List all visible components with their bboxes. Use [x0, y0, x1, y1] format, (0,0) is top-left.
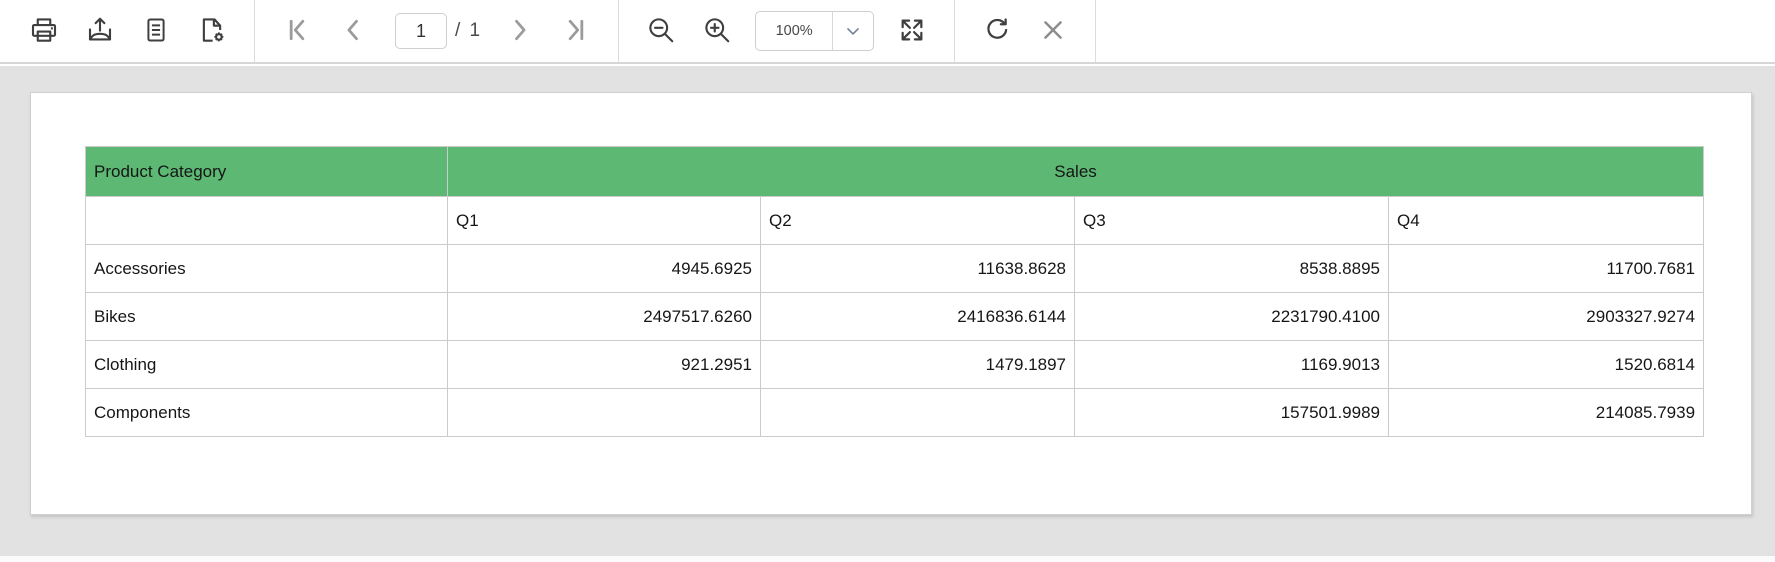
zoom-in-button[interactable]	[698, 9, 736, 53]
previous-page-icon	[339, 16, 367, 47]
column-header-sales: Sales	[446, 146, 1705, 197]
page-count-label: / 1	[455, 20, 483, 41]
last-page-icon	[562, 16, 590, 47]
page-setup-button[interactable]	[193, 9, 231, 53]
first-page-button[interactable]	[278, 9, 316, 53]
table-row: Components 157501.9989 214085.7939	[85, 388, 1705, 437]
quarter-header-q4: Q4	[1387, 196, 1705, 245]
close-button[interactable]	[1034, 9, 1072, 53]
first-page-icon	[283, 16, 311, 47]
print-layout-button[interactable]	[137, 9, 175, 53]
quarter-header-q2: Q2	[760, 196, 1075, 245]
category-cell: Components	[85, 388, 448, 437]
refresh-button[interactable]	[978, 9, 1016, 53]
category-cell: Bikes	[85, 292, 448, 341]
value-cell-q2: 11638.8628	[760, 244, 1075, 293]
value-cell-q4: 1520.6814	[1387, 340, 1705, 389]
toolbar-separator	[954, 0, 956, 62]
value-cell-q2	[760, 388, 1075, 437]
fullscreen-icon	[898, 16, 926, 47]
table-row: Clothing 921.2951 1479.1897 1169.9013 15…	[85, 340, 1705, 389]
fullscreen-button[interactable]	[893, 9, 931, 53]
zoom-out-button[interactable]	[642, 9, 680, 53]
zoom-value-label: 100%	[756, 12, 834, 50]
page-number-input[interactable]	[395, 13, 447, 49]
value-cell-q1: 921.2951	[447, 340, 761, 389]
column-header-product-category: Product Category	[85, 146, 448, 197]
zoom-dropdown[interactable]: 100%	[755, 11, 875, 51]
report-page: Product Category Sales Q1 Q2 Q3 Q4 Acces…	[30, 92, 1752, 515]
toolbar-separator	[618, 0, 620, 62]
value-cell-q1: 2497517.6260	[447, 292, 761, 341]
value-cell-q2: 2416836.6144	[760, 292, 1075, 341]
export-icon	[85, 15, 115, 48]
bottom-strip	[0, 556, 1775, 562]
value-cell-q1: 4945.6925	[447, 244, 761, 293]
next-page-button[interactable]	[501, 9, 539, 53]
category-cell: Clothing	[85, 340, 448, 389]
value-cell-q4: 2903327.9274	[1387, 292, 1705, 341]
value-cell-q3: 2231790.4100	[1074, 292, 1389, 341]
refresh-icon	[982, 15, 1012, 48]
table-row: Accessories 4945.6925 11638.8628 8538.88…	[85, 244, 1705, 293]
last-page-button[interactable]	[557, 9, 595, 53]
quarter-header-q3: Q3	[1074, 196, 1389, 245]
toolbar-separator	[1095, 0, 1097, 62]
page-setup-icon	[197, 15, 227, 48]
next-page-icon	[506, 16, 534, 47]
value-cell-q2: 1479.1897	[760, 340, 1075, 389]
quarter-header-q1: Q1	[447, 196, 761, 245]
export-button[interactable]	[81, 9, 119, 53]
previous-page-button[interactable]	[334, 9, 372, 53]
zoom-in-icon	[702, 15, 732, 48]
viewer-background: Product Category Sales Q1 Q2 Q3 Q4 Acces…	[0, 66, 1775, 556]
value-cell-q3: 157501.9989	[1074, 388, 1389, 437]
toolbar-separator	[254, 0, 255, 62]
report-viewer-toolbar: / 1	[0, 0, 1775, 64]
print-icon	[29, 15, 59, 48]
value-cell-q4: 11700.7681	[1387, 244, 1705, 293]
print-button[interactable]	[25, 9, 63, 53]
zoom-out-icon	[646, 15, 676, 48]
empty-header-cell	[85, 196, 448, 245]
value-cell-q4: 214085.7939	[1387, 388, 1705, 437]
value-cell-q3: 1169.9013	[1074, 340, 1389, 389]
chevron-down-icon	[833, 12, 873, 50]
close-icon	[1039, 16, 1067, 47]
value-cell-q3: 8538.8895	[1074, 244, 1389, 293]
value-cell-q1	[447, 388, 761, 437]
table-row: Bikes 2497517.6260 2416836.6144 2231790.…	[85, 292, 1705, 341]
print-layout-icon	[142, 16, 170, 47]
category-cell: Accessories	[85, 244, 448, 293]
sales-report-table: Product Category Sales Q1 Q2 Q3 Q4 Acces…	[85, 146, 1705, 437]
